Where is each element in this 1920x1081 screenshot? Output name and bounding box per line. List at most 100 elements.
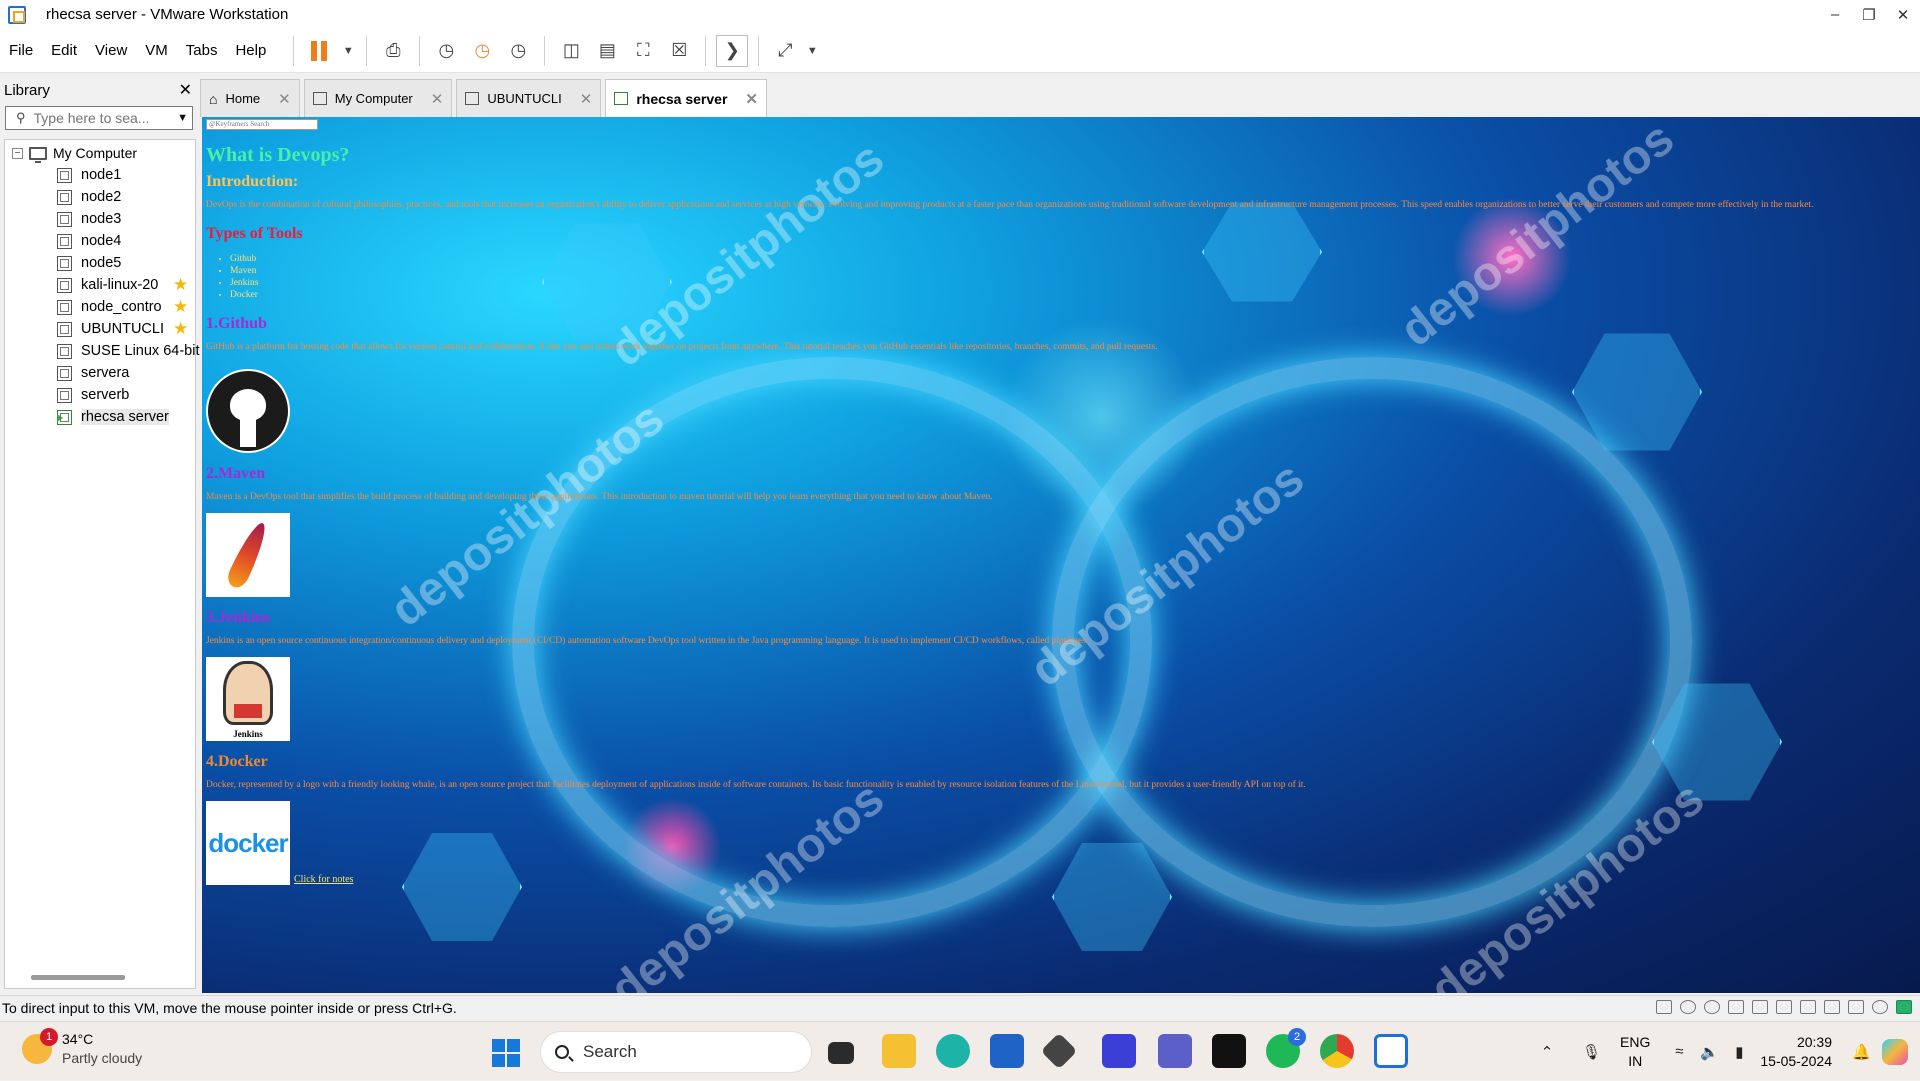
- console-view-icon[interactable]: ❯: [716, 34, 749, 67]
- vmware-taskbar-icon[interactable]: [1374, 1034, 1408, 1068]
- usb-icon[interactable]: [1800, 1000, 1816, 1014]
- vm-label: node2: [81, 189, 122, 205]
- language-indicator[interactable]: ENG IN: [1620, 1033, 1650, 1071]
- vm-icon: [57, 277, 72, 293]
- menu-help[interactable]: Help: [226, 29, 275, 73]
- close-tab-icon[interactable]: ✕: [278, 90, 291, 108]
- display-icon[interactable]: [1872, 1000, 1888, 1014]
- library-vm-item[interactable]: node4: [5, 230, 195, 252]
- revert-snapshot-icon[interactable]: ◷: [466, 35, 498, 67]
- vm-label: node5: [81, 255, 122, 271]
- tree-root-my-computer[interactable]: − My Computer: [5, 142, 195, 164]
- stretch-dropdown-icon[interactable]: ▼: [805, 35, 819, 67]
- maven-logo: [206, 513, 290, 597]
- close-library-icon[interactable]: ✕: [179, 80, 192, 100]
- tab-my-computer[interactable]: My Computer ✕: [303, 79, 453, 117]
- cube-app-icon[interactable]: [1040, 1032, 1078, 1070]
- horizontal-scrollbar[interactable]: [31, 975, 125, 980]
- unity-icon[interactable]: ☒: [663, 35, 695, 67]
- battery-icon[interactable]: ▮: [1730, 1043, 1748, 1061]
- show-hidden-icons-icon[interactable]: ⌃: [1538, 1043, 1556, 1061]
- close-tab-icon[interactable]: ✕: [431, 90, 444, 108]
- wifi-icon[interactable]: ≈: [1670, 1043, 1688, 1061]
- search-dropdown-icon[interactable]: ▼: [177, 112, 188, 124]
- weather-widget[interactable]: 1 34°C Partly cloudy: [22, 1028, 142, 1068]
- cd-dvd-icon[interactable]: [1680, 1000, 1696, 1014]
- copilot-icon[interactable]: [1882, 1038, 1908, 1065]
- menu-edit[interactable]: Edit: [42, 29, 86, 73]
- close-button[interactable]: ✕: [1886, 0, 1920, 29]
- github-logo: [206, 369, 290, 453]
- library-vm-item[interactable]: SUSE Linux 64-bit: [5, 340, 199, 362]
- vm-console[interactable]: depositphotos depositphotos depositphoto…: [202, 117, 1920, 993]
- sound-icon[interactable]: [1848, 1000, 1864, 1014]
- clock[interactable]: 20:39 15-05-2024: [1760, 1033, 1832, 1071]
- menu-view[interactable]: View: [86, 29, 136, 73]
- hard-disk-icon[interactable]: [1656, 1000, 1672, 1014]
- github-paragraph: GitHub is a platform for hosting code th…: [206, 342, 1158, 352]
- menu-file[interactable]: File: [0, 29, 42, 73]
- library-search-input[interactable]: [33, 110, 154, 126]
- pause-button[interactable]: [304, 35, 336, 67]
- power-dropdown-icon[interactable]: ▼: [340, 35, 356, 67]
- show-library-icon[interactable]: ◫: [555, 35, 587, 67]
- task-view-icon[interactable]: [828, 1042, 854, 1064]
- snapshot-icon[interactable]: ◷: [430, 35, 462, 67]
- file-explorer-icon[interactable]: [882, 1034, 916, 1068]
- close-tab-icon[interactable]: ✕: [745, 90, 758, 108]
- send-ctrl-alt-del-icon[interactable]: ⎙: [377, 35, 409, 67]
- library-vm-item[interactable]: kali-linux-20 ★: [5, 274, 195, 296]
- running-vm-icon: [57, 409, 72, 425]
- nvidia-icon[interactable]: [1212, 1034, 1246, 1068]
- page-search-input[interactable]: @Keyframers Search: [206, 119, 318, 130]
- edge-icon[interactable]: [936, 1034, 970, 1068]
- vm-icon: [57, 343, 72, 359]
- library-vm-item[interactable]: node2: [5, 186, 195, 208]
- tab-rhecsa-server[interactable]: rhecsa server ✕: [605, 79, 767, 117]
- network-adapter-icon[interactable]: [1728, 1000, 1744, 1014]
- menu-vm[interactable]: VM: [136, 29, 177, 73]
- library-vm-item[interactable]: servera: [5, 362, 195, 384]
- taskbar-search[interactable]: Search: [540, 1031, 812, 1073]
- network-adapter-icon[interactable]: [1776, 1000, 1792, 1014]
- tools-heading: Types of Tools: [206, 225, 303, 242]
- cd-dvd-icon[interactable]: [1704, 1000, 1720, 1014]
- toolbar-separator: [544, 35, 546, 66]
- restore-button[interactable]: ❐: [1852, 0, 1886, 29]
- teams-icon[interactable]: [1158, 1034, 1192, 1068]
- printer-icon[interactable]: [1824, 1000, 1840, 1014]
- windows-start-icon[interactable]: [492, 1039, 520, 1067]
- library-vm-item[interactable]: serverb: [5, 384, 195, 406]
- close-tab-icon[interactable]: ✕: [580, 90, 593, 108]
- docker-logo-text: docker: [208, 827, 288, 858]
- full-screen-icon[interactable]: ⛶: [627, 35, 659, 67]
- network-adapter-icon[interactable]: [1752, 1000, 1768, 1014]
- vscode-like-icon[interactable]: [1102, 1034, 1136, 1068]
- tab-home[interactable]: ⌂ Home ✕: [200, 79, 300, 117]
- chrome-icon[interactable]: [1320, 1034, 1354, 1068]
- whatsapp-icon[interactable]: 2: [1266, 1028, 1306, 1068]
- library-vm-item[interactable]: node3: [5, 208, 195, 230]
- library-vm-item[interactable]: node_contro ★: [5, 296, 195, 318]
- vm-icon: [57, 299, 72, 315]
- minimize-button[interactable]: –: [1818, 0, 1852, 29]
- library-search[interactable]: ⚲ ▼: [5, 106, 193, 130]
- message-log-icon[interactable]: [1896, 1000, 1912, 1014]
- weather-temperature: 34°C: [62, 1031, 94, 1047]
- snapshot-manager-icon[interactable]: ◷: [502, 35, 534, 67]
- tab-ubuntucli[interactable]: UBUNTUCLI ✕: [456, 79, 602, 117]
- library-vm-item[interactable]: node5: [5, 252, 195, 274]
- library-vm-item[interactable]: rhecsa server: [5, 406, 195, 428]
- microsoft-store-icon[interactable]: [990, 1034, 1024, 1068]
- page-heading: What is Devops?: [206, 144, 350, 166]
- notes-link[interactable]: Click for notes: [294, 874, 353, 885]
- library-vm-item[interactable]: node1: [5, 164, 195, 186]
- volume-icon[interactable]: 🔈: [1700, 1043, 1719, 1061]
- library-vm-item[interactable]: UBUNTUCLI ★: [5, 318, 195, 340]
- collapse-icon[interactable]: −: [12, 147, 23, 159]
- show-thumbnail-icon[interactable]: ▤: [591, 35, 623, 67]
- stretch-guest-icon[interactable]: ⤢: [769, 35, 801, 67]
- notification-bell-icon[interactable]: 🔔: [1852, 1043, 1871, 1061]
- menu-tabs[interactable]: Tabs: [177, 29, 227, 73]
- microphone-icon[interactable]: 🎙: [1582, 1043, 1601, 1061]
